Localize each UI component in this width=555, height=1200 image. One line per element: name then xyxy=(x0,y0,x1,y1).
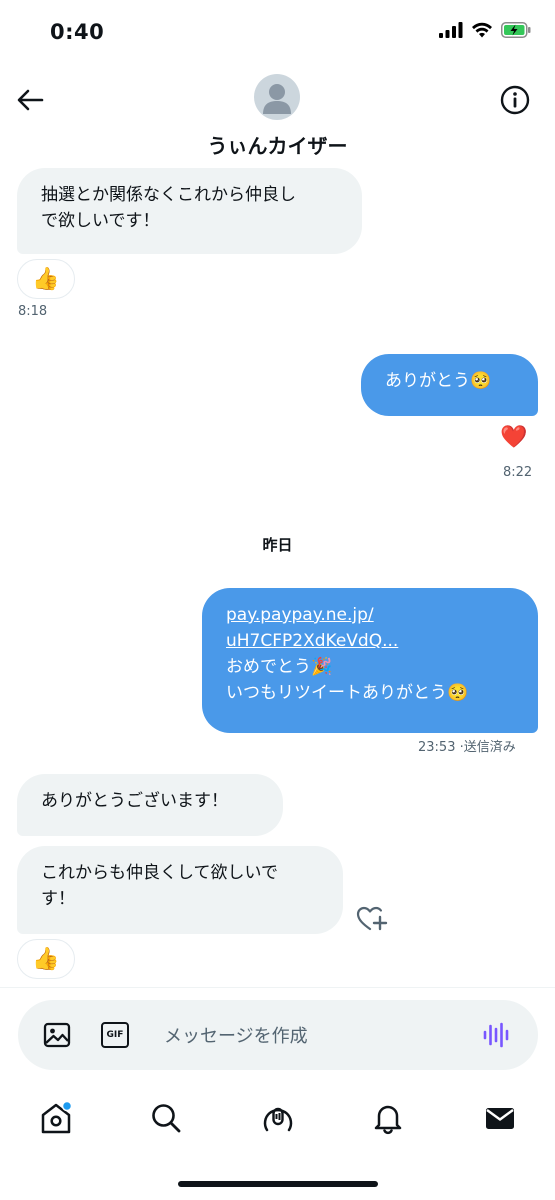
message-list[interactable]: 抽選とか関係なくこれから仲良し で欲しいです！ 👍 8:18 ありがとう🥺 ❤️… xyxy=(0,165,555,987)
nav-notifications[interactable] xyxy=(368,1098,408,1138)
message-link[interactable]: uH7CFP2XdKeVdQ... xyxy=(226,628,514,654)
message-bubble-incoming[interactable]: 抽選とか関係なくこれから仲良し で欲しいです！ xyxy=(17,168,362,254)
message-timestamp: 23:53 xyxy=(418,740,456,755)
status-time: 0:40 xyxy=(50,20,105,44)
thumbs-up-icon: 👍 xyxy=(32,946,60,972)
voice-message-button[interactable] xyxy=(482,1020,512,1050)
message-text: 抽選とか関係なくこれから仲良し xyxy=(41,185,296,205)
contact-name[interactable]: うぃんカイザー xyxy=(0,130,555,159)
status-bar: 0:40 xyxy=(0,0,555,70)
gif-icon: GIF xyxy=(101,1022,129,1048)
spaces-icon xyxy=(263,1107,293,1132)
search-icon xyxy=(152,1104,181,1133)
message-bubble-incoming[interactable]: ありがとうございます！ xyxy=(17,774,283,836)
message-link[interactable]: pay.paypay.ne.jp/ xyxy=(226,602,514,628)
home-indicator xyxy=(178,1181,378,1187)
message-bubble-outgoing[interactable]: pay.paypay.ne.jp/ uH7CFP2XdKeVdQ... おめでと… xyxy=(202,588,538,733)
nav-spaces[interactable] xyxy=(258,1098,298,1138)
nav-messages[interactable] xyxy=(480,1098,520,1138)
nav-home[interactable] xyxy=(36,1098,76,1138)
heart-reaction-icon[interactable]: ❤️ xyxy=(500,424,527,452)
arrow-left-icon xyxy=(17,89,44,111)
message-text: いつもリツイートありがとう🥺 xyxy=(226,683,469,703)
reaction-thumbs-up[interactable]: 👍 xyxy=(17,259,75,299)
message-timestamp: 8:22 xyxy=(503,465,533,480)
avatar[interactable] xyxy=(254,74,300,120)
wifi-icon xyxy=(472,22,492,38)
message-text: で欲しいです！ xyxy=(41,211,160,231)
image-icon xyxy=(43,1022,71,1048)
conversation-header: うぃんカイザー xyxy=(0,70,555,165)
message-input[interactable]: メッセージを作成 xyxy=(164,1022,308,1048)
message-text: おめでとう🎉 xyxy=(226,657,333,677)
reaction-thumbs-up[interactable]: 👍 xyxy=(17,939,75,979)
composer-divider xyxy=(0,987,555,988)
gif-label: GIF xyxy=(106,1030,124,1040)
gif-button[interactable]: GIF xyxy=(100,1020,130,1050)
delivery-status: ·送信済み xyxy=(459,740,516,755)
message-text: これからも仲良くして欲しいで xyxy=(41,863,278,883)
message-timestamp: 8:18 xyxy=(18,304,48,319)
info-button[interactable] xyxy=(497,82,533,118)
message-text: ありがとうございます！ xyxy=(41,791,228,811)
message-text: す！ xyxy=(41,889,75,909)
date-separator: 昨日 xyxy=(262,536,293,554)
info-icon xyxy=(500,85,530,115)
default-avatar-icon xyxy=(263,84,291,114)
media-button[interactable] xyxy=(42,1020,72,1050)
status-icons xyxy=(439,22,531,38)
message-bubble-incoming[interactable]: これからも仲良くして欲しいで す！ xyxy=(17,846,343,934)
add-reaction-button[interactable] xyxy=(355,904,389,934)
message-meta: 23:53 ·送信済み xyxy=(418,736,516,755)
back-button[interactable] xyxy=(12,82,48,118)
message-bubble-outgoing[interactable]: ありがとう🥺 xyxy=(361,354,538,416)
message-composer[interactable]: GIF メッセージを作成 xyxy=(18,1000,538,1070)
notifications-icon xyxy=(374,1105,402,1135)
heart-plus-icon xyxy=(356,906,388,931)
message-text: ありがとう🥺 xyxy=(385,371,492,391)
messages-icon xyxy=(486,1108,514,1129)
nav-search[interactable] xyxy=(146,1098,186,1138)
signal-icon xyxy=(439,22,463,38)
bottom-navigation xyxy=(0,1090,555,1146)
home-icon xyxy=(41,1100,73,1134)
battery-charging-icon xyxy=(501,22,531,38)
thumbs-up-icon: 👍 xyxy=(32,266,60,292)
voice-waveform-icon xyxy=(483,1022,509,1048)
